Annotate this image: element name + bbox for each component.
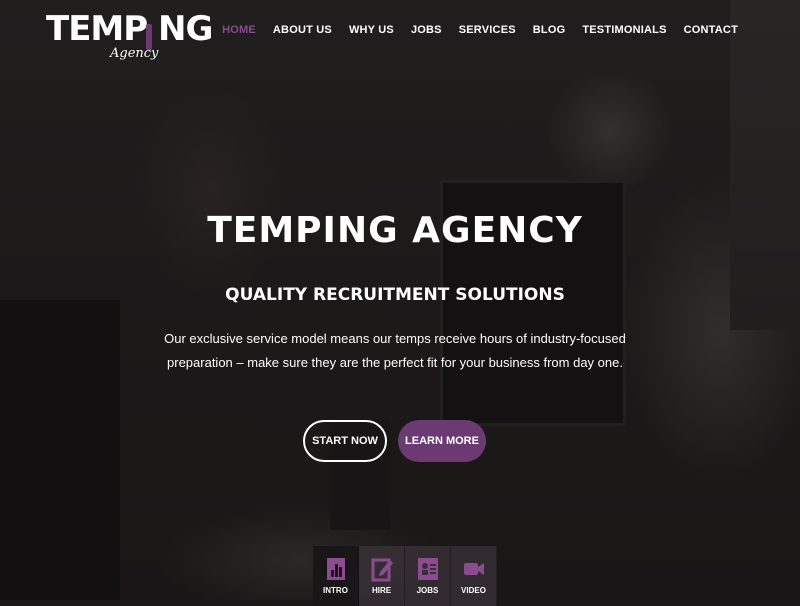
nav-jobs[interactable]: JOBS bbox=[411, 24, 442, 36]
edit-icon bbox=[371, 558, 393, 582]
tab-jobs[interactable]: JOBS bbox=[405, 546, 451, 606]
hero-subtitle: QUALITY RECRUITMENT SOLUTIONS bbox=[225, 285, 565, 305]
start-now-button[interactable]: START NOW bbox=[303, 420, 387, 462]
nav-blog[interactable]: BLOG bbox=[533, 24, 566, 36]
learn-more-button[interactable]: LEARN MORE bbox=[398, 420, 486, 462]
nav-services[interactable]: SERVICES bbox=[459, 24, 516, 36]
nav-home[interactable]: HOME bbox=[222, 24, 256, 36]
feature-tabs: INTRO HIRE JOBS VIDEO bbox=[313, 546, 497, 606]
nav-contact[interactable]: CONTACT bbox=[684, 24, 738, 36]
hero-description: Our exclusive service model means our te… bbox=[164, 331, 626, 370]
logo-subtext: Agency bbox=[110, 46, 159, 61]
tab-hire-label: HIRE bbox=[371, 586, 392, 595]
tab-hire[interactable]: HIRE bbox=[359, 546, 405, 606]
logo-text: TEMP NG bbox=[46, 9, 213, 49]
hero-title: TEMPING AGENCY bbox=[207, 210, 583, 251]
tab-video[interactable]: VIDEO bbox=[451, 546, 497, 606]
bar-chart-icon bbox=[326, 558, 345, 580]
nav-why-us[interactable]: WHY US bbox=[349, 24, 394, 36]
tab-intro[interactable]: INTRO bbox=[313, 546, 359, 606]
tab-intro-label: INTRO bbox=[323, 586, 348, 595]
tab-video-label: VIDEO bbox=[461, 586, 486, 595]
id-card-icon bbox=[417, 558, 438, 580]
nav-about-us[interactable]: ABOUT US bbox=[273, 24, 332, 36]
site-logo[interactable]: TEMP NG Agency bbox=[46, 8, 213, 61]
main-nav: HOME ABOUT US WHY US JOBS SERVICES BLOG … bbox=[222, 24, 738, 36]
tab-jobs-label: JOBS bbox=[416, 586, 439, 595]
video-camera-icon bbox=[463, 563, 484, 575]
nav-testimonials[interactable]: TESTIMONIALS bbox=[582, 24, 666, 36]
